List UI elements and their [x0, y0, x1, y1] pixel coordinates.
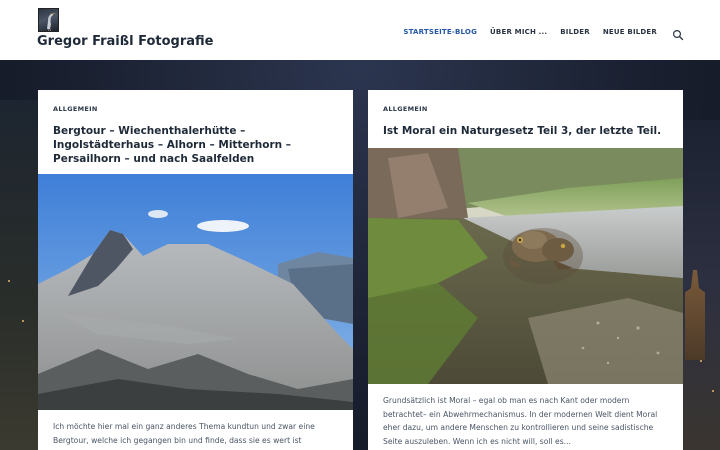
background-tree-left: [0, 100, 38, 450]
heron-logo-icon[interactable]: [38, 8, 59, 32]
post-excerpt: Ich möchte hier mal ein ganz anderes The…: [53, 422, 315, 445]
background-light: [22, 320, 24, 322]
main-nav: STARTSEITE-BLOG ÜBER MICH ... BILDER NEU…: [390, 25, 720, 41]
site-header: Gregor Fraißl Fotografie STARTSEITE-BLOG…: [0, 0, 720, 60]
post-card: ALLGEMEIN Bergtour – Wiechenthalerhütte …: [38, 90, 353, 450]
post-category-link[interactable]: ALLGEMEIN: [383, 105, 428, 113]
toads-on-road-photo[interactable]: [368, 148, 683, 384]
post-category-link[interactable]: ALLGEMEIN: [53, 105, 98, 113]
post-card: ALLGEMEIN Ist Moral ein Naturgesetz Teil…: [368, 90, 683, 450]
background-light: [712, 390, 714, 392]
post-title-link[interactable]: Bergtour – Wiechenthalerhütte – Ingolstä…: [53, 124, 343, 166]
background-tree-right: [682, 120, 720, 450]
background-light: [700, 360, 702, 362]
nav-item-bilder[interactable]: BILDER: [560, 28, 590, 36]
post-title-link[interactable]: Ist Moral ein Naturgesetz Teil 3, der le…: [383, 124, 673, 138]
nav-item-neue-bilder[interactable]: NEUE BILDER: [603, 28, 657, 36]
nav-item-startseite-blog[interactable]: STARTSEITE-BLOG: [403, 28, 477, 36]
search-icon[interactable]: [672, 26, 684, 41]
mountain-landscape-photo[interactable]: [38, 174, 353, 410]
nav-item-ueber-mich[interactable]: ÜBER MICH ...: [490, 28, 547, 36]
site-title[interactable]: Gregor Fraißl Fotografie: [37, 34, 213, 49]
post-excerpt: Grundsätzlich ist Moral – egal ob man es…: [383, 396, 658, 446]
background-light: [8, 280, 10, 282]
